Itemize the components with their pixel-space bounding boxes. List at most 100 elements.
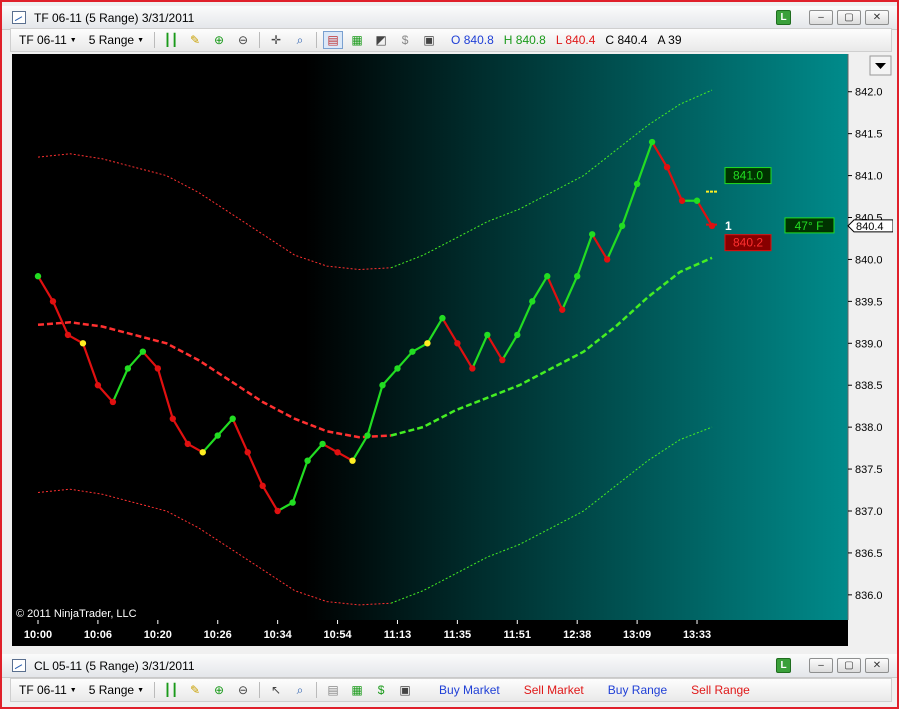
magnifier-icon[interactable]: ⌕ (290, 681, 310, 699)
price-point (34, 273, 42, 280)
close-label: C (605, 33, 615, 47)
maximize-button[interactable]: ▢ (837, 10, 861, 25)
price-chart[interactable]: 842.0 841.5 841.0 840.5 840.0 839.5 839.0 838.5… (12, 54, 894, 646)
temperature-label: 47° F (795, 219, 824, 233)
scroll-arrow-button[interactable] (869, 55, 892, 76)
instrument-label: TF 06-11 (19, 33, 67, 47)
price-point (154, 365, 162, 372)
x-tick-label: 13:33 (683, 629, 711, 641)
price-point (678, 197, 686, 204)
main-window: TF 06-11 (5 Range) 3/31/2011 L – ▢ ✕ TF … (0, 0, 899, 709)
link-button[interactable]: L (776, 658, 791, 673)
pointer-icon[interactable]: ↖ (266, 681, 286, 699)
x-tick-label: 12:38 (563, 629, 591, 641)
low-value: 840.4 (565, 33, 596, 47)
interval-selector[interactable]: 5 Range ▼ (85, 683, 148, 697)
close-button[interactable]: ✕ (865, 658, 889, 673)
x-tick-label: 10:54 (323, 629, 352, 641)
chart-trader-icon[interactable]: ▤ (323, 681, 343, 699)
x-tick-label: 10:20 (144, 629, 172, 641)
zoom-out-icon[interactable]: ⊖ (233, 681, 253, 699)
chart-trader-icon[interactable]: ▤ (323, 31, 344, 49)
second-chart-titlebar[interactable]: CL 05-11 (5 Range) 3/31/2011 L – ▢ ✕ (2, 654, 897, 678)
instrument-selector[interactable]: TF 06-11 ▼ (15, 33, 81, 47)
price-point (603, 256, 611, 263)
magnifier-icon[interactable]: ⌕ (290, 31, 310, 49)
high-value: 840.8 (515, 33, 546, 47)
maximize-button[interactable]: ▢ (837, 658, 861, 673)
ohlc-readout: O 840.8 H 840.8 L 840.4 C 840.4 A 39 (451, 33, 681, 47)
zoom-out-icon[interactable]: ⊖ (233, 31, 253, 49)
price-point (79, 340, 87, 347)
zoom-in-icon[interactable]: ⊕ (209, 31, 229, 49)
lower-price-tag: 840.2 (733, 236, 763, 250)
last-price-label: 840.4 (856, 221, 884, 233)
pencil-icon[interactable]: ✎ (185, 681, 205, 699)
close-button[interactable]: ✕ (865, 10, 889, 25)
dollar-icon[interactable]: $ (371, 681, 391, 699)
zoom-in-icon[interactable]: ⊕ (209, 681, 229, 699)
sell-range-button[interactable]: Sell Range (691, 683, 750, 697)
interval-selector[interactable]: 5 Range ▼ (85, 33, 148, 47)
dollar-icon[interactable]: $ (395, 31, 415, 49)
properties-icon[interactable]: ▣ (419, 31, 439, 49)
chart-toolbar: TF 06-11 ▼ 5 Range ▼ ┃┃ ✎ ⊕ ⊖ ✛ ⌕ ▤ ▦ ◩ $ … (10, 28, 892, 52)
order-buttons: Buy Market Sell Market Buy Range Sell Ra… (439, 683, 750, 697)
buy-range-button[interactable]: Buy Range (608, 683, 667, 697)
open-label: O (451, 33, 461, 47)
time-axis-background (12, 620, 848, 646)
price-point (139, 348, 147, 355)
copyright-text: © 2011 NinjaTrader, LLC (16, 608, 137, 620)
price-point (484, 331, 491, 339)
minimize-button[interactable]: – (809, 658, 833, 673)
open-value: 840.8 (463, 33, 494, 47)
properties-icon[interactable]: ▣ (395, 681, 415, 699)
second-chart-toolbar: TF 06-11 ▼ 5 Range ▼ ┃┃ ✎ ⊕ ⊖ ↖ ⌕ ▤ ▦ $ ▣ … (10, 678, 892, 702)
bar-counter: 1 (725, 219, 732, 233)
crosshair-icon[interactable]: ✛ (266, 31, 286, 49)
pencil-icon[interactable]: ✎ (185, 31, 205, 49)
y-tick-label: 839.5 (855, 296, 883, 308)
price-point (618, 222, 626, 230)
buy-market-button[interactable]: Buy Market (439, 683, 500, 697)
indicators-icon[interactable]: ▦ (347, 31, 367, 49)
price-point (349, 457, 356, 464)
instrument-label: TF 06-11 (19, 683, 67, 697)
indicators-icon[interactable]: ▦ (347, 681, 367, 699)
price-point (544, 273, 551, 280)
chart-window-icon (12, 11, 26, 24)
interval-label: 5 Range (88, 33, 135, 47)
price-point (648, 138, 656, 146)
price-point (394, 365, 401, 372)
price-point (439, 314, 446, 322)
price-chart-svg[interactable]: 842.0841.5841.0840.5840.0839.5839.0838.5… (12, 54, 894, 646)
sell-market-button[interactable]: Sell Market (524, 683, 584, 697)
price-point (663, 164, 671, 171)
price-point (109, 398, 117, 406)
link-button[interactable]: L (776, 10, 791, 25)
y-tick-label: 836.5 (855, 548, 883, 560)
price-point (49, 298, 57, 305)
price-point (364, 432, 371, 439)
price-point (693, 197, 701, 204)
price-point (499, 356, 506, 364)
strategies-icon[interactable]: ◩ (371, 31, 391, 49)
candlestick-icon[interactable]: ┃┃ (161, 681, 181, 699)
volume-label: A (657, 33, 665, 47)
minimize-button[interactable]: – (809, 10, 833, 25)
chart-titlebar[interactable]: TF 06-11 (5 Range) 3/31/2011 L – ▢ ✕ (2, 6, 897, 30)
x-tick-label: 11:13 (384, 629, 412, 641)
y-tick-label: 842.0 (855, 87, 883, 99)
price-point (169, 415, 176, 422)
candlestick-icon[interactable]: ┃┃ (161, 31, 181, 49)
chevron-down-icon: ▼ (69, 686, 77, 694)
price-point (514, 331, 521, 339)
price-point (409, 348, 416, 355)
instrument-selector[interactable]: TF 06-11 ▼ (15, 683, 81, 697)
price-point (454, 340, 461, 347)
price-point (94, 382, 102, 389)
interval-label: 5 Range (88, 683, 135, 697)
price-point (529, 298, 536, 305)
x-tick-label: 10:06 (84, 629, 112, 641)
price-point (229, 415, 236, 422)
